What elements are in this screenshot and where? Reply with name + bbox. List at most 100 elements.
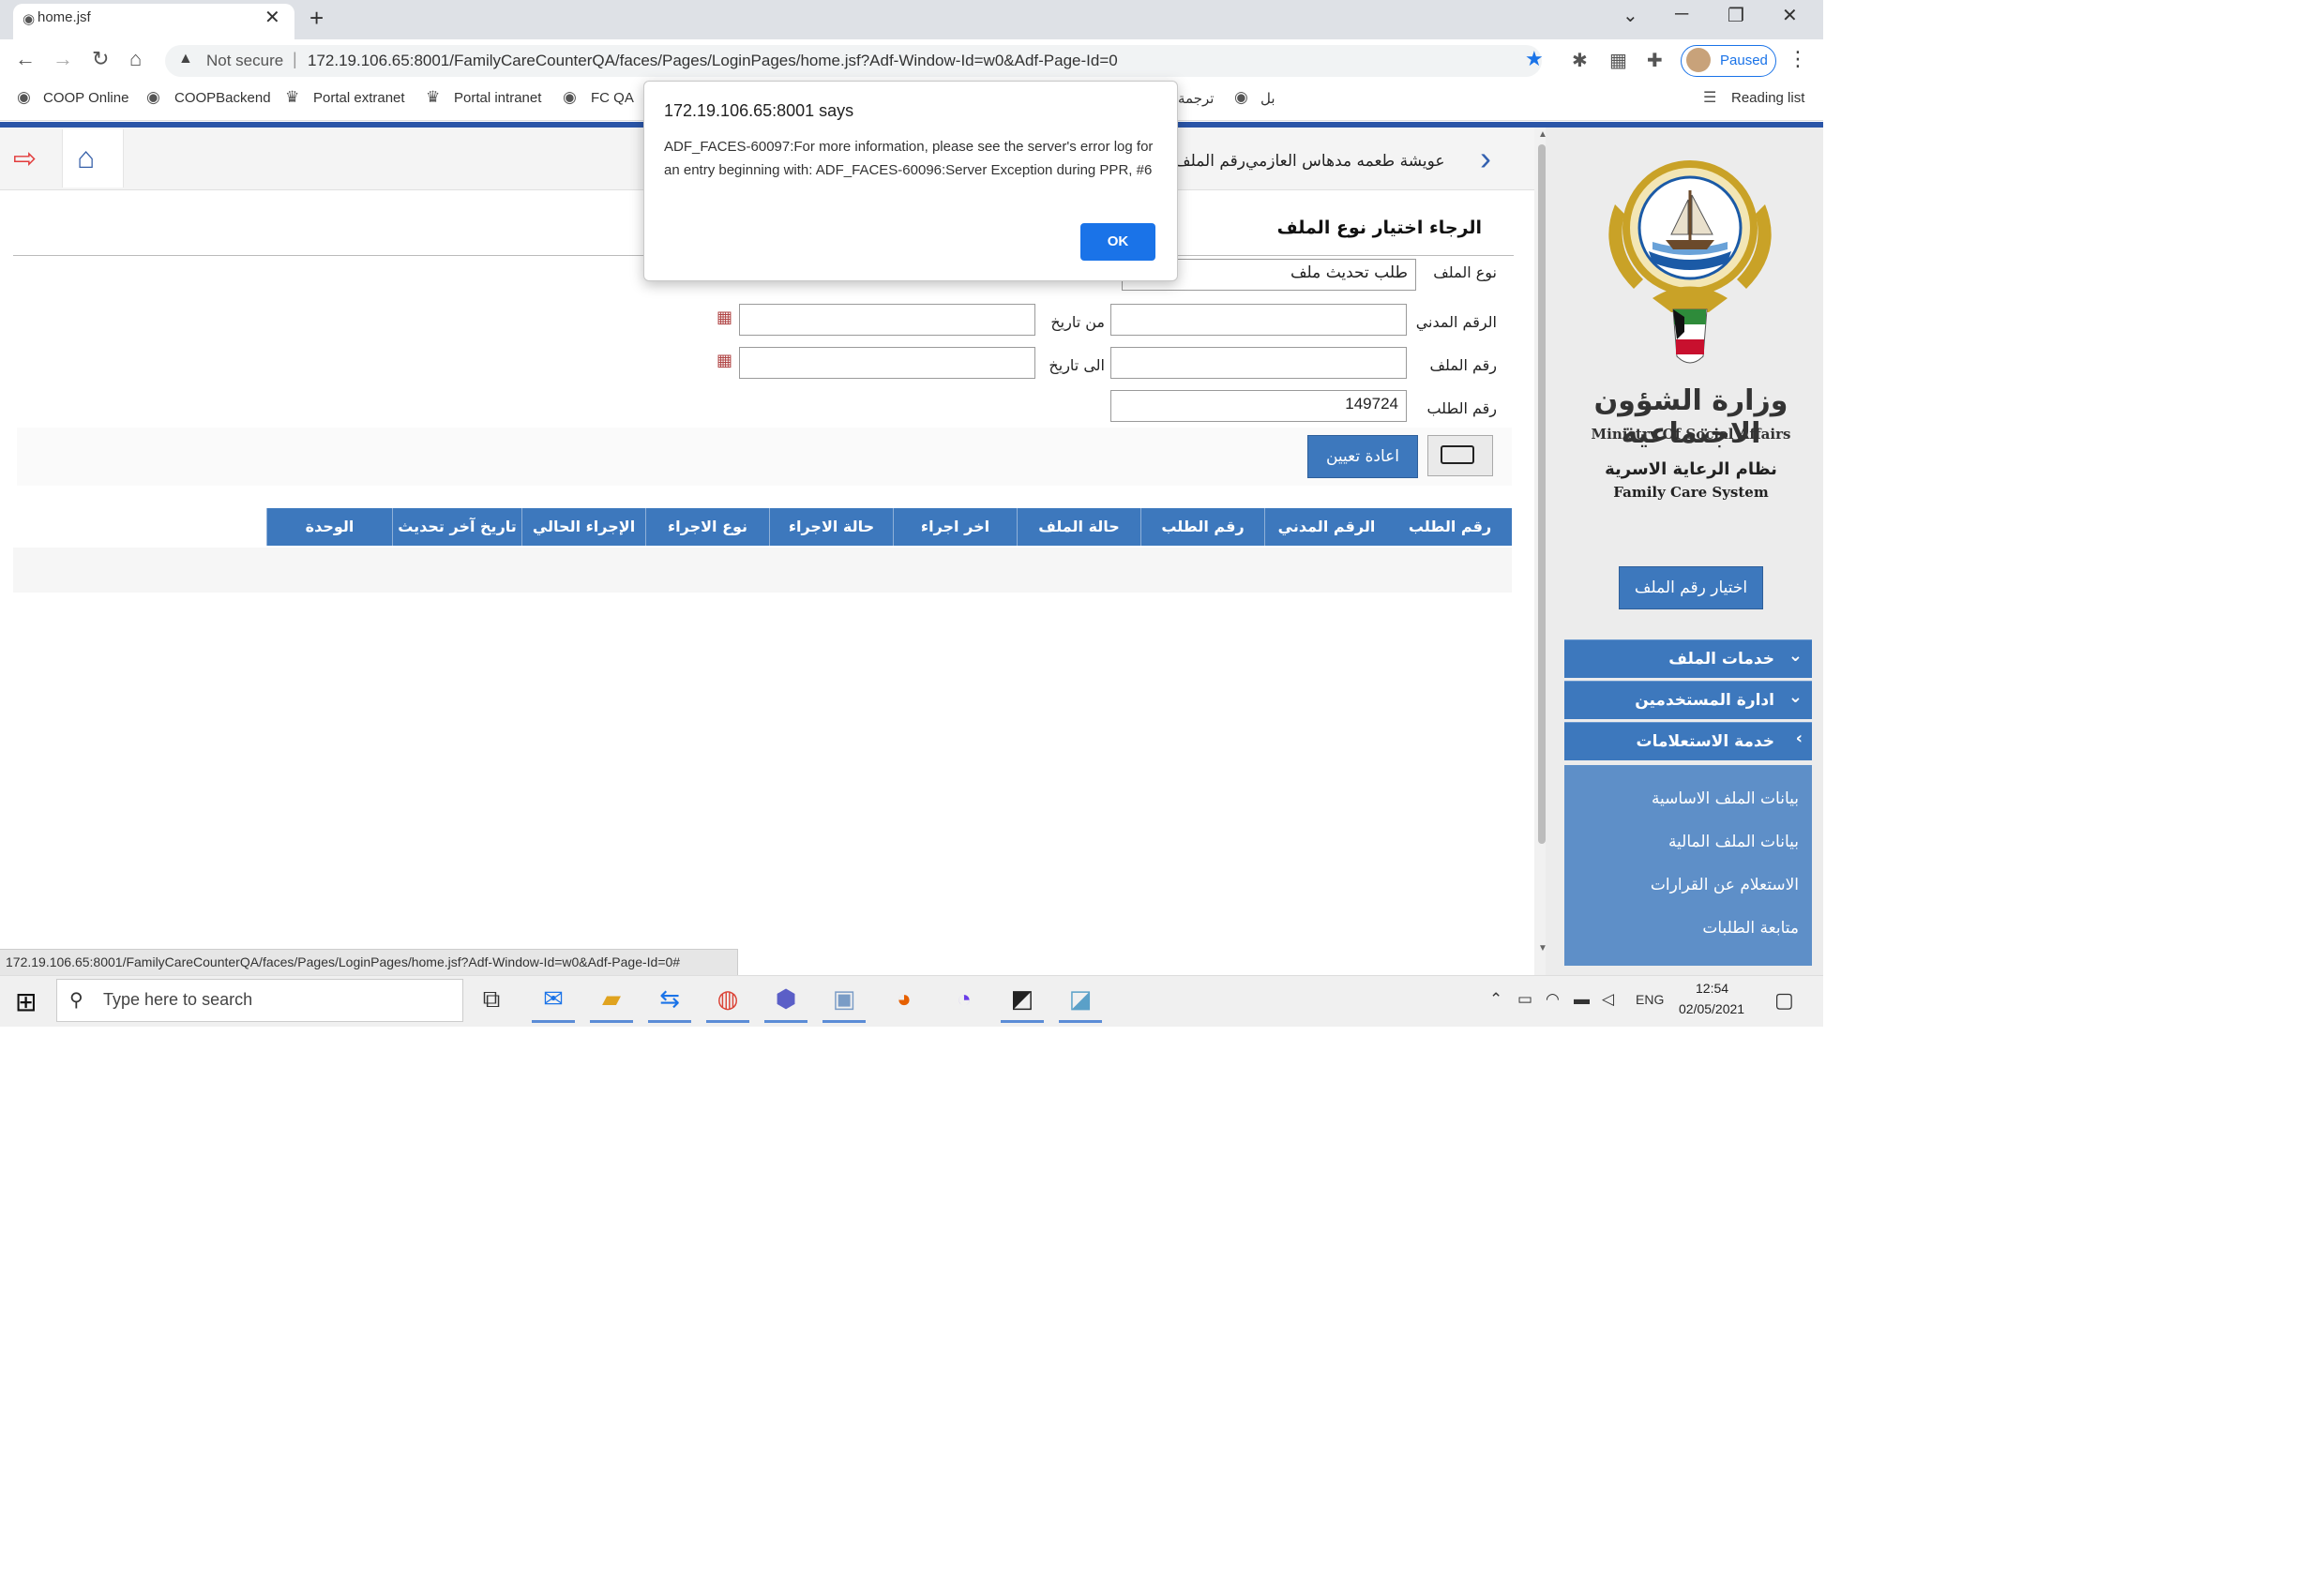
menu-label: خدمات الملف (1668, 650, 1774, 668)
request-number-label: رقم الطلب (1426, 399, 1497, 417)
language-indicator[interactable]: ENG (1636, 992, 1664, 1007)
running-indicator (532, 1020, 575, 1023)
task-view-icon[interactable]: ⧉ (473, 984, 510, 1018)
file-number-input[interactable] (1110, 347, 1407, 379)
sticky-notes-icon[interactable]: ◩ (1004, 984, 1041, 1018)
choose-file-number-button[interactable]: اختيار رقم الملف (1619, 566, 1763, 609)
column-header[interactable]: نوع الاجراء (645, 508, 769, 546)
mail-icon[interactable]: ✉ (535, 984, 572, 1018)
to-date-input[interactable] (739, 347, 1035, 379)
back-icon[interactable]: ← (15, 47, 36, 71)
bookmark-translate[interactable]: ترجمة (1178, 90, 1214, 107)
tab-close-icon[interactable]: ✕ (264, 6, 280, 29)
show-hidden-icons-icon[interactable]: ⌃ (1489, 990, 1502, 1009)
bookmark-bl[interactable]: بل (1260, 90, 1275, 107)
new-tab-icon[interactable]: + (309, 4, 324, 33)
chrome-icon[interactable]: ◍ (709, 984, 747, 1018)
status-url: 172.19.106.65:8001/FamilyCareCounterQA/f… (6, 954, 681, 969)
extension-icon[interactable]: ✱ (1572, 49, 1588, 72)
file-explorer-icon[interactable]: ▰ (593, 984, 630, 1018)
logout-icon[interactable]: ⇨ (13, 143, 37, 175)
remote-desktop-icon[interactable]: ⇆ (651, 984, 688, 1018)
reading-list-icon[interactable]: ☰ (1703, 88, 1716, 107)
from-date-label: من تاريخ (1050, 313, 1105, 331)
scrollbar-thumb[interactable] (1538, 144, 1546, 844)
chevron-right-icon[interactable]: › (1480, 139, 1491, 178)
calendar-icon[interactable]: ▦ (717, 351, 732, 370)
profile-status: Paused (1720, 53, 1768, 68)
extension-icon[interactable]: ▦ (1609, 49, 1627, 72)
column-header[interactable]: اخر اجراء (893, 508, 1017, 546)
to-date-label: الى تاريخ (1049, 356, 1105, 374)
submenu-item-financial-file-data[interactable]: بيانات الملف المالية (1574, 833, 1799, 851)
firefox-icon[interactable]: ◕ (885, 984, 923, 1018)
minimize-icon[interactable]: ─ (1675, 4, 1688, 25)
running-indicator (590, 1020, 633, 1023)
search-button-icon[interactable] (1441, 445, 1474, 464)
sidebar-menu-inquiry-service[interactable]: خدمة الاستعلامات ‹ (1564, 722, 1812, 760)
from-date-input[interactable] (739, 304, 1035, 336)
teams-icon[interactable]: ⬢ (767, 984, 805, 1018)
volume-muted-icon[interactable]: ◁ (1602, 990, 1614, 1009)
not-secure-label[interactable]: Not secure (206, 52, 283, 70)
globe-icon: ◉ (1234, 88, 1248, 106)
app-icon[interactable]: ▣ (825, 984, 863, 1018)
request-number-input[interactable]: 149724 (1110, 390, 1407, 422)
globe-icon: ◉ (563, 88, 577, 106)
forward-icon[interactable]: → (53, 47, 73, 71)
reading-list-link[interactable]: Reading list (1731, 90, 1804, 106)
sidebar-menu-file-services[interactable]: خدمات الملف ⌄ (1564, 639, 1812, 678)
tab-title: home.jsf (38, 9, 91, 25)
submenu-item-track-requests[interactable]: متابعة الطلبات (1574, 919, 1799, 938)
ok-button[interactable]: OK (1080, 223, 1155, 261)
globe-icon: ◉ (146, 88, 160, 106)
url-text[interactable]: 172.19.106.65:8001/FamilyCareCounterQA/f… (308, 52, 1118, 70)
bookmark-portal-intranet[interactable]: Portal intranet (454, 90, 541, 106)
running-indicator (706, 1020, 749, 1023)
reload-icon[interactable]: ↻ (92, 47, 109, 71)
taskbar-date[interactable]: 02/05/2021 (1679, 1001, 1744, 1016)
wifi-icon[interactable]: ◠ (1546, 990, 1560, 1009)
restore-icon[interactable]: ❐ (1728, 4, 1744, 27)
column-header[interactable]: حالة الملف (1017, 508, 1140, 546)
sidebar-menu-user-management[interactable]: ادارة المستخدمين ⌄ (1564, 681, 1812, 719)
calendar-icon[interactable]: ▦ (717, 308, 732, 327)
column-header[interactable]: حالة الاجراء (769, 508, 893, 546)
running-indicator (648, 1020, 691, 1023)
tab-search-icon[interactable]: ⌄ (1622, 4, 1638, 27)
reset-button[interactable]: اعادة تعيين (1307, 435, 1418, 478)
globe-icon: ◉ (23, 11, 36, 27)
taskbar-time[interactable]: 12:54 (1696, 981, 1728, 996)
column-header[interactable]: تاريخ آخر تحديث (392, 508, 521, 546)
menu-kebab-icon[interactable]: ⋮ (1788, 47, 1808, 71)
column-header[interactable]: رقم الطلب (1140, 508, 1264, 546)
column-header[interactable]: الرقم المدني (1264, 508, 1388, 546)
home-browser-icon[interactable]: ⌂ (129, 47, 142, 71)
windows-start-icon[interactable]: ⊞ (15, 986, 37, 1017)
menu-label: ادارة المستخدمين (1635, 691, 1774, 710)
civil-id-input[interactable] (1110, 304, 1407, 336)
chevron-down-icon: ⌄ (1788, 646, 1803, 666)
column-header[interactable]: الوحدة (266, 508, 392, 546)
network-icon[interactable]: ▭ (1517, 990, 1532, 1009)
dialog-message: ADF_FACES-60097:For more information, pl… (664, 139, 1154, 178)
notification-icon[interactable]: ▢ (1774, 988, 1794, 1013)
puzzle-icon[interactable]: ✚ (1647, 49, 1663, 72)
column-header[interactable]: الإجراء الحالي (521, 508, 645, 546)
button-row (17, 428, 1512, 486)
close-window-icon[interactable]: ✕ (1782, 4, 1798, 27)
browser-app-icon[interactable]: ◔ (945, 984, 983, 1018)
bookmark-coop-online[interactable]: COOP Online (43, 90, 128, 106)
bookmark-star-icon[interactable]: ★ (1525, 47, 1544, 71)
submenu-item-decisions-inquiry[interactable]: الاستعلام عن القرارات (1574, 876, 1799, 894)
warning-icon[interactable]: ▲ (178, 51, 193, 68)
column-header[interactable]: رقم الطلب (1388, 508, 1512, 546)
app-icon[interactable]: ◪ (1062, 984, 1099, 1018)
bookmark-coopbackend[interactable]: COOPBackend (174, 90, 271, 106)
bookmark-portal-extranet[interactable]: Portal extranet (313, 90, 405, 106)
battery-icon[interactable]: ▬ (1574, 990, 1590, 1009)
running-indicator (822, 1020, 866, 1023)
bookmark-fc-qa[interactable]: FC QA (591, 90, 634, 106)
home-icon[interactable]: ⌂ (77, 141, 95, 175)
submenu-item-basic-file-data[interactable]: بيانات الملف الاساسية (1574, 789, 1799, 808)
